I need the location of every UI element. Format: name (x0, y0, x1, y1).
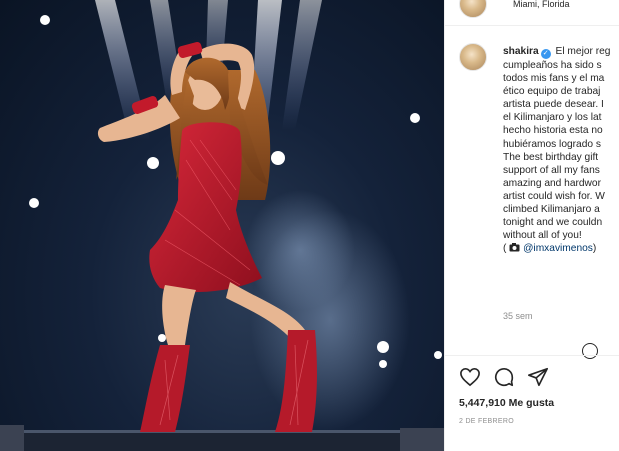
caption-line: El mejor reg (555, 46, 611, 57)
caption-line: cumpleaños ha sido s (503, 60, 602, 71)
comment-icon[interactable] (493, 366, 515, 388)
caption-line: support of all my fans (503, 164, 600, 176)
caption-line: tonight and we couldn (503, 217, 603, 229)
paper-plane-icon[interactable] (527, 366, 549, 388)
action-bar (459, 366, 549, 388)
caption-line: artista puede desear. I (503, 99, 604, 111)
actions-divider (445, 355, 619, 356)
post-photo[interactable] (0, 0, 444, 451)
more-options-icon[interactable] (582, 343, 598, 359)
header-divider (445, 25, 619, 26)
location-link[interactable]: Miami, Florida (513, 0, 570, 9)
camera-icon (506, 243, 523, 254)
credit-mention-link[interactable]: @imxavimenos (523, 243, 593, 254)
caption-line: without all of you! (503, 230, 582, 242)
caption-line: artist could wish for. W (503, 190, 605, 202)
verified-badge-icon: ✓ (540, 49, 551, 59)
caption-line: hecho historia esta no (503, 125, 603, 137)
post-header: Miami, Florida (459, 0, 570, 18)
likes-count[interactable]: 5,447,910 Me gusta (459, 397, 554, 409)
caption-line: climbed Kilimanjaro a (503, 204, 600, 216)
post-date: 2 DE FEBRERO (459, 418, 514, 425)
post-time-ago[interactable]: 35 sem (503, 311, 533, 321)
caption-line: ético equipo de trabaj (503, 86, 601, 98)
header-avatar[interactable] (459, 0, 487, 18)
caption-line: hubiéramos logrado s (503, 138, 601, 150)
caption-line: The best birthday gift (503, 151, 599, 163)
caption-line: todos mis fans y el ma (503, 73, 605, 85)
caption-text: shakira ✓ El mejor reg cumpleaños ha sido… (503, 45, 619, 255)
credit-line: ( @imxavimenos) (503, 243, 597, 255)
caption-line: el Kilimanjaro y los lat (503, 112, 602, 124)
caption-avatar[interactable] (459, 43, 487, 71)
heart-icon[interactable] (459, 367, 481, 387)
post-sidebar: Miami, Florida shakira ✓ El mejor reg cum… (444, 0, 619, 451)
username-link[interactable]: shakira (503, 46, 539, 57)
caption-line: amazing and hardwor (503, 177, 601, 189)
post-image (0, 0, 444, 451)
